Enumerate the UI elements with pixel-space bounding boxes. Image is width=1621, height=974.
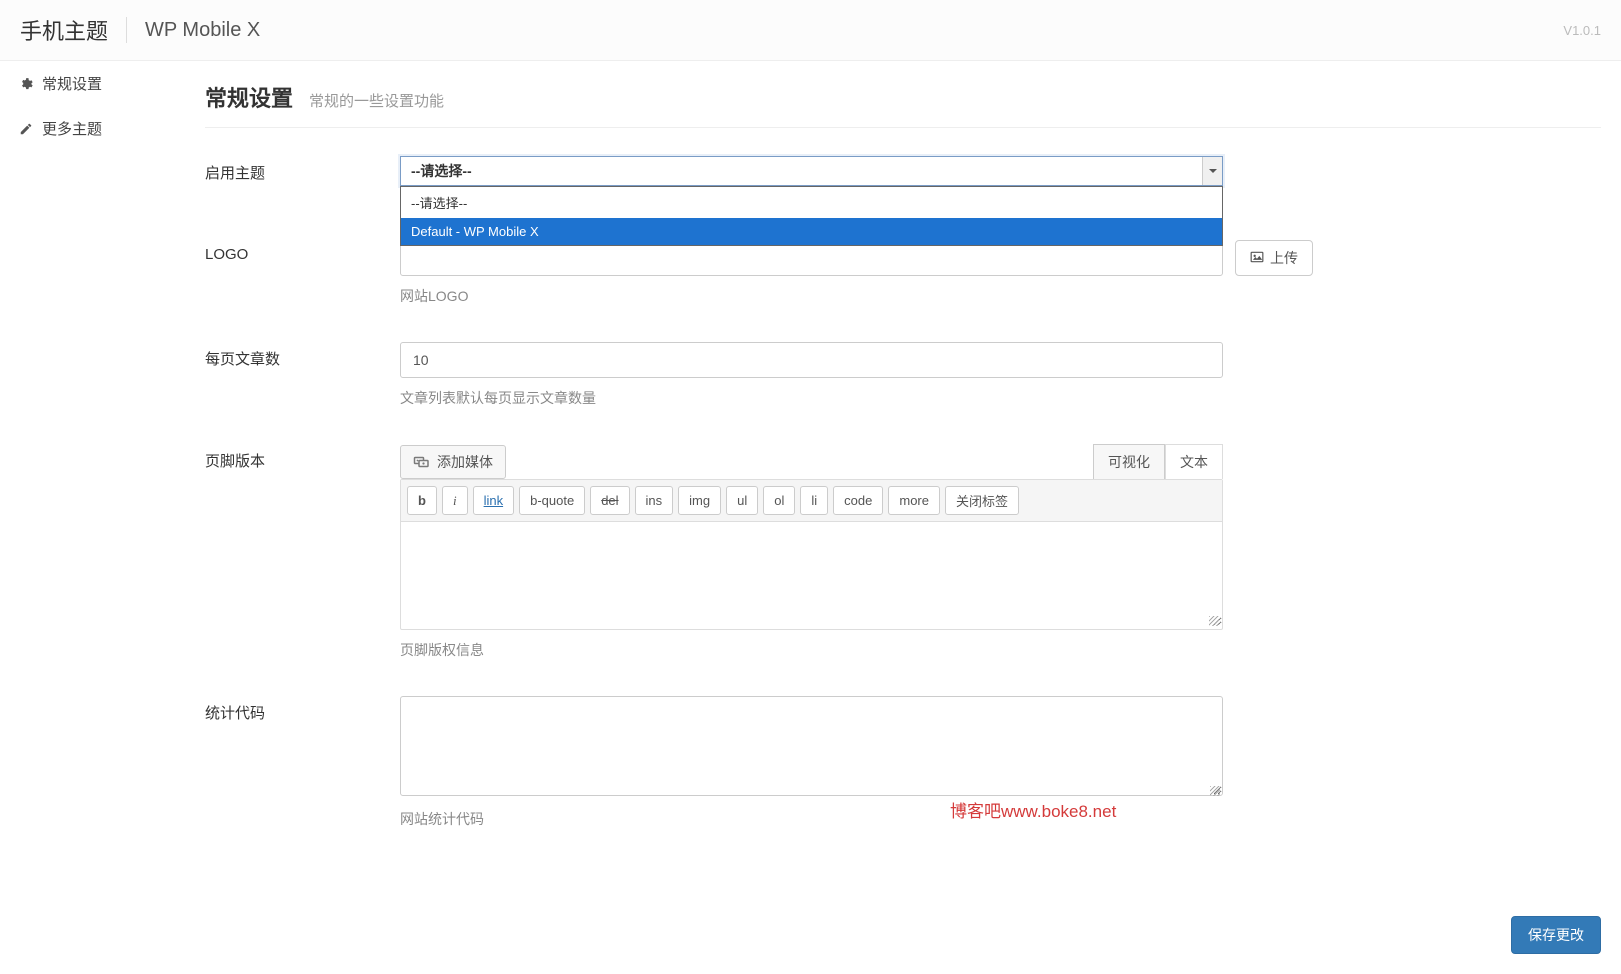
row-per-page: 每页文章数 文章列表默认每页显示文章数量 bbox=[205, 342, 1601, 408]
page-description: 常规的一些设置功能 bbox=[309, 90, 444, 111]
toolbar-ol[interactable]: ol bbox=[763, 486, 795, 515]
media-icon bbox=[413, 455, 431, 469]
toolbar-bold[interactable]: b bbox=[407, 486, 437, 515]
sidebar: 常规设置 更多主题 bbox=[0, 61, 185, 965]
footer-bar: 保存更改 bbox=[1511, 916, 1601, 954]
stats-textarea[interactable] bbox=[400, 696, 1223, 796]
toolbar-italic[interactable]: i bbox=[442, 486, 468, 515]
toolbar-del[interactable]: del bbox=[590, 486, 629, 515]
row-logo: LOGO 上传 网站LOGO bbox=[205, 240, 1601, 306]
logo-label: LOGO bbox=[205, 240, 400, 306]
page-heading: 常规设置 常规的一些设置功能 bbox=[205, 81, 1601, 128]
row-enable-theme: 启用主题 --请选择-- --请选择-- Default - WP Mobile… bbox=[205, 156, 1601, 186]
per-page-help: 文章列表默认每页显示文章数量 bbox=[400, 388, 1601, 408]
sidebar-item-more-themes[interactable]: 更多主题 bbox=[0, 106, 185, 151]
app-header: 手机主题 WP Mobile X V1.0.1 bbox=[0, 0, 1621, 61]
add-media-label: 添加媒体 bbox=[437, 452, 493, 472]
footer-text-label: 页脚版本 bbox=[205, 444, 400, 660]
add-media-button[interactable]: 添加媒体 bbox=[400, 445, 506, 479]
sidebar-item-label: 常规设置 bbox=[42, 73, 102, 94]
toolbar-ins[interactable]: ins bbox=[635, 486, 674, 515]
app-title: 手机主题 bbox=[20, 14, 108, 46]
per-page-label: 每页文章数 bbox=[205, 342, 400, 408]
toolbar-code[interactable]: code bbox=[833, 486, 883, 515]
gear-icon bbox=[18, 76, 34, 92]
footer-text-help: 页脚版权信息 bbox=[400, 640, 1223, 660]
toolbar-li[interactable]: li bbox=[800, 486, 828, 515]
header-divider bbox=[126, 17, 127, 43]
toolbar-link[interactable]: link bbox=[473, 486, 515, 515]
app-subtitle: WP Mobile X bbox=[145, 19, 260, 42]
stats-help: 网站统计代码 bbox=[400, 809, 1601, 829]
sidebar-item-label: 更多主题 bbox=[42, 118, 102, 139]
toolbar-bquote[interactable]: b-quote bbox=[519, 486, 585, 515]
upload-button-label: 上传 bbox=[1270, 248, 1298, 268]
editor-tabs: 可视化 文本 bbox=[1093, 444, 1223, 479]
stats-label: 统计代码 bbox=[205, 696, 400, 829]
toolbar-more[interactable]: more bbox=[888, 486, 940, 515]
per-page-input[interactable] bbox=[400, 342, 1223, 378]
save-button[interactable]: 保存更改 bbox=[1511, 916, 1601, 954]
tab-text[interactable]: 文本 bbox=[1165, 444, 1223, 479]
version-label: V1.0.1 bbox=[1563, 23, 1601, 38]
header-left: 手机主题 WP Mobile X bbox=[20, 14, 260, 46]
pencil-icon bbox=[18, 121, 34, 137]
footer-editor-textarea[interactable] bbox=[401, 522, 1222, 626]
logo-help: 网站LOGO bbox=[400, 286, 1601, 306]
page-title: 常规设置 bbox=[205, 81, 293, 113]
editor-toolbar: b i link b-quote del ins img ul ol li co… bbox=[401, 480, 1222, 522]
chevron-down-icon bbox=[1202, 157, 1222, 185]
theme-select[interactable]: --请选择-- bbox=[400, 156, 1223, 186]
toolbar-close-tags[interactable]: 关闭标签 bbox=[945, 486, 1019, 515]
sidebar-item-general[interactable]: 常规设置 bbox=[0, 61, 185, 106]
toolbar-ul[interactable]: ul bbox=[726, 486, 758, 515]
theme-select-value: --请选择-- bbox=[411, 161, 1212, 181]
row-footer-text: 页脚版本 添加媒体 可视化 文本 b i link bbox=[205, 444, 1601, 660]
row-stats-code: 统计代码 网站统计代码 bbox=[205, 696, 1601, 829]
upload-button[interactable]: 上传 bbox=[1235, 240, 1313, 276]
tab-visual[interactable]: 可视化 bbox=[1093, 444, 1165, 479]
theme-option-default[interactable]: Default - WP Mobile X bbox=[401, 218, 1222, 245]
enable-theme-label: 启用主题 bbox=[205, 156, 400, 186]
main-content: 常规设置 常规的一些设置功能 启用主题 --请选择-- --请选择-- Defa… bbox=[185, 61, 1621, 965]
image-icon bbox=[1250, 250, 1264, 267]
footer-editor: b i link b-quote del ins img ul ol li co… bbox=[400, 479, 1223, 630]
toolbar-img[interactable]: img bbox=[678, 486, 721, 515]
theme-option-placeholder[interactable]: --请选择-- bbox=[401, 187, 1222, 218]
theme-select-dropdown: --请选择-- Default - WP Mobile X bbox=[400, 186, 1223, 246]
